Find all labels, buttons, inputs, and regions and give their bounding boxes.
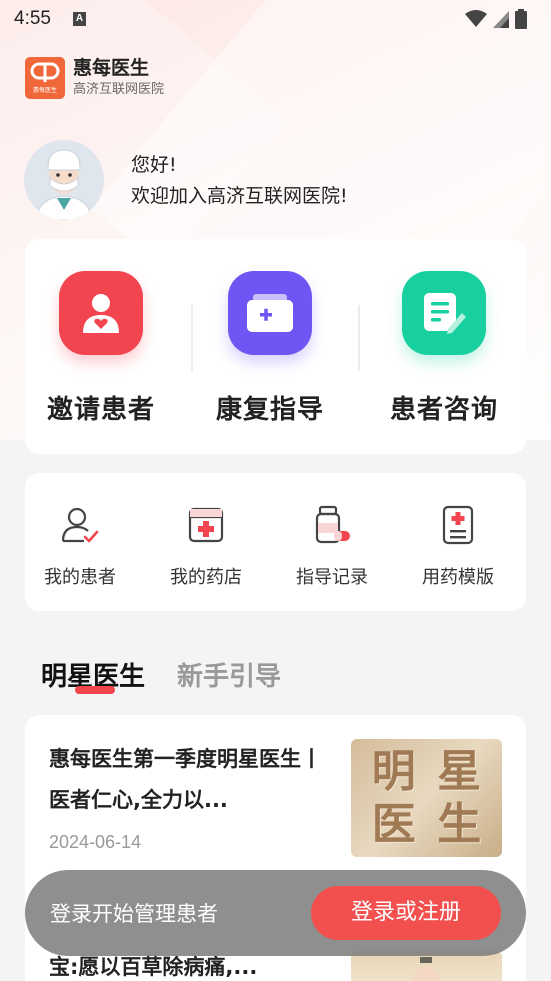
invite-patient-label: 邀请患者	[46, 395, 155, 425]
rehab-guide-label: 康复指导	[215, 395, 324, 425]
tab-beginner-guide[interactable]: 新手引导	[177, 656, 281, 693]
rehab-folder-icon	[228, 271, 312, 355]
article-thumbnail: 明 星 医 生	[351, 739, 502, 857]
brand-name: 惠每医生	[73, 57, 150, 79]
thumbnail-char: 星	[437, 745, 482, 797]
medication-template-button[interactable]: 用药模版	[403, 505, 513, 589]
patient-check-icon	[60, 505, 100, 545]
my-pharmacy-button[interactable]: 我的药店	[151, 505, 261, 589]
article-title: 惠每医生第一季度明星医生丨医者仁心,全力以...	[49, 747, 322, 812]
consult-document-icon	[402, 271, 486, 355]
guide-records-label: 指导记录	[296, 567, 368, 588]
tools-card: 我的患者 我的药店 指导记录 用药模版	[25, 473, 526, 611]
greeting-hello: 您好!	[131, 154, 177, 176]
status-bar: 4:55 A	[0, 0, 551, 38]
thumbnail-char: 医	[371, 798, 416, 850]
divider	[358, 305, 360, 371]
patient-consult-button[interactable]: 患者咨询	[374, 271, 514, 426]
invite-patient-button[interactable]: 邀请患者	[31, 271, 171, 426]
prescription-template-icon	[438, 505, 478, 545]
login-prompt-bar: 登录开始管理患者 登录或注册	[25, 870, 526, 956]
status-time: 4:55	[14, 8, 51, 29]
my-pharmacy-label: 我的药店	[170, 567, 242, 588]
my-patients-label: 我的患者	[44, 567, 116, 588]
brand: 惠每医生 惠每医生 高济互联网医院	[25, 57, 164, 99]
tab-beginner-guide-label: 新手引导	[177, 662, 282, 692]
login-prompt-text: 登录开始管理患者	[50, 902, 218, 926]
content-tabs: 明星医生 新手引导	[41, 656, 281, 694]
rehab-guide-button[interactable]: 康复指导	[200, 271, 340, 426]
signal-icon	[493, 11, 509, 28]
quick-actions-card: 邀请患者 康复指导 患者咨询	[25, 239, 526, 454]
medicine-bottle-icon	[312, 505, 352, 545]
logo-mark-icon	[30, 62, 60, 82]
notification-icon: A	[72, 12, 86, 26]
wifi-icon	[465, 10, 487, 27]
doctor-avatar[interactable]	[24, 140, 104, 220]
brand-subtitle: 高济互联网医院	[73, 82, 165, 97]
invite-patient-icon	[59, 271, 143, 355]
doctor-avatar-icon	[24, 140, 104, 220]
thumbnail-char: 生	[437, 798, 482, 850]
guide-records-button[interactable]: 指导记录	[277, 505, 387, 589]
article-date: 2024-06-14	[49, 832, 142, 852]
greeting-welcome: 欢迎加入高济互联网医院!	[131, 185, 348, 207]
app-logo: 惠每医生	[25, 57, 65, 99]
logo-caption: 惠每医生	[32, 87, 57, 94]
pharmacy-store-icon	[186, 505, 226, 545]
my-patients-button[interactable]: 我的患者	[25, 505, 135, 589]
medication-template-label: 用药模版	[422, 567, 494, 588]
thumbnail-char: 明	[371, 745, 416, 797]
patient-consult-label: 患者咨询	[389, 395, 498, 425]
tab-active-indicator	[75, 686, 115, 694]
login-register-button[interactable]: 登录或注册	[311, 886, 501, 940]
battery-icon	[515, 9, 527, 29]
greeting: 您好! 欢迎加入高济互联网医院!	[131, 150, 348, 212]
divider	[191, 305, 193, 371]
tab-star-doctors[interactable]: 明星医生	[41, 656, 145, 694]
